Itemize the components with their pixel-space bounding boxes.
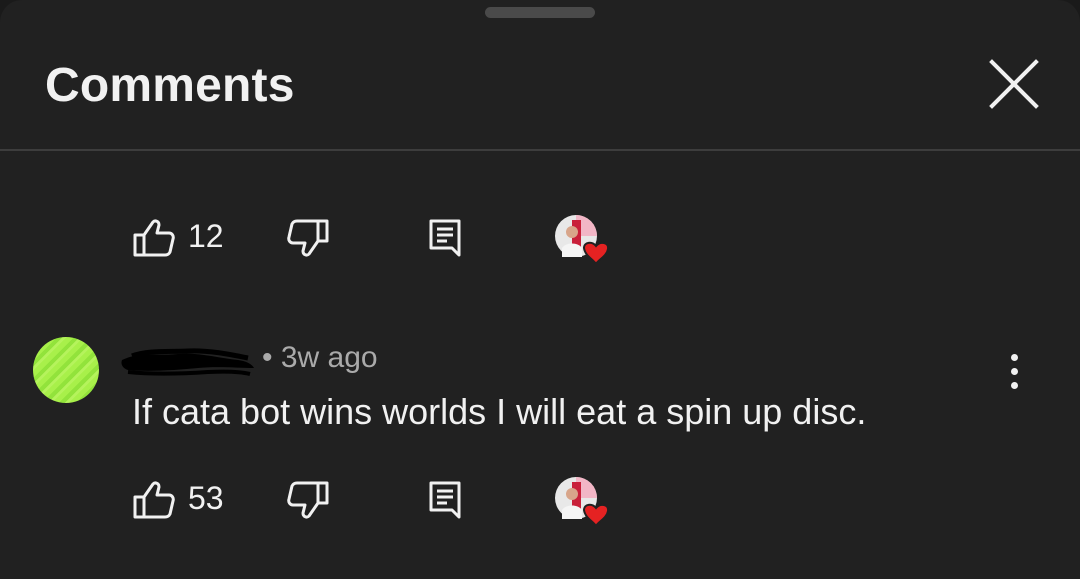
reply-button[interactable]: [428, 480, 462, 520]
comments-sheet: Comments 12 • 3w ago If cata bot wins wo…: [0, 0, 1080, 579]
avatar[interactable]: [33, 337, 99, 403]
close-icon: [989, 59, 1039, 109]
comment-item: • 3w ago If cata bot wins worlds I will …: [0, 320, 1080, 432]
creator-heart-icon: [555, 477, 610, 529]
creator-heart-icon: [555, 215, 610, 267]
like-count: 53: [188, 480, 224, 516]
comment-actions: 53: [132, 474, 652, 529]
reply-button[interactable]: [428, 218, 462, 258]
close-button[interactable]: [984, 54, 1044, 114]
reply-icon: [429, 219, 461, 257]
like-count: 12: [188, 218, 224, 254]
comment-meta: • 3w ago: [262, 341, 378, 374]
creator-heart[interactable]: [554, 474, 614, 529]
comments-header: Comments: [0, 0, 1080, 150]
thumbs-up-icon: [133, 219, 175, 257]
header-divider: [0, 149, 1080, 151]
more-options-button[interactable]: [998, 350, 1030, 394]
creator-heart[interactable]: [554, 212, 614, 267]
thumbs-up-icon: [133, 481, 175, 519]
like-button[interactable]: [132, 480, 176, 520]
redacted-author-name: [121, 348, 255, 376]
page-title: Comments: [45, 59, 295, 112]
thumbs-down-icon: [287, 481, 329, 519]
comment-text: If cata bot wins worlds I will eat a spi…: [132, 391, 867, 432]
like-button[interactable]: [132, 218, 176, 258]
comment-actions: 12: [132, 212, 652, 267]
thumbs-down-icon: [287, 219, 329, 257]
dislike-button[interactable]: [286, 218, 330, 258]
dislike-button[interactable]: [286, 480, 330, 520]
reply-icon: [429, 481, 461, 519]
